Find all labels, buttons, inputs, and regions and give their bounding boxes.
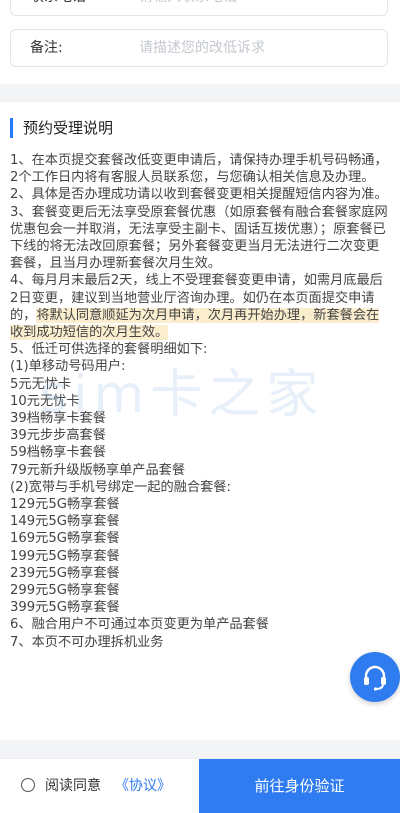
- notice-item-3: 3、套餐变更后无法享受原套餐优惠（如原套餐有融合套餐家庭网优惠包会一并取消，无法…: [10, 204, 388, 272]
- section-title: 预约受理说明: [10, 118, 113, 138]
- agree-label: 阅读同意: [45, 778, 101, 794]
- plan-item: 39元步步高套餐: [10, 428, 106, 444]
- plan-item: 39档畅享卡套餐: [10, 411, 106, 427]
- plan-item: 169元5G畅享套餐: [10, 531, 120, 547]
- phone-placeholder: 请输入联系电话: [139, 0, 237, 15]
- notice-item-4: 4、每月月末最后2天，线上不受理套餐变更申请，如需月底最后2日变更，建议到当地营…: [10, 272, 390, 341]
- mobile-plans-header: (1)单移动号码用户:: [10, 359, 126, 375]
- plan-item: 299元5G畅享套餐: [10, 583, 120, 599]
- form-card: 联系电话 请输入联系电话 备注: 请描述您的改低诉求: [0, 0, 400, 84]
- notice-item-2: 2、具体是否办理成功请以收到套餐变更相关提醒短信内容为准。: [10, 187, 388, 203]
- remark-field[interactable]: 备注: 请描述您的改低诉求: [10, 29, 388, 67]
- notice-item-7: 7、本页不可办理拆机业务: [10, 634, 164, 650]
- remark-placeholder: 请描述您的改低诉求: [139, 40, 265, 56]
- remark-label: 备注:: [30, 40, 63, 56]
- plan-item: 239元5G畅享套餐: [10, 565, 120, 581]
- fusion-plans-header: (2)宽带与手机号绑定一起的融合套餐:: [10, 479, 231, 495]
- plan-item: 199元5G畅享套餐: [10, 548, 120, 564]
- notice-text: 1、在本页提交套餐改低变更申请后，请保持办理手机号码畅通，2个工作日内将有客服人…: [10, 152, 390, 651]
- agree-checkbox[interactable]: [21, 778, 35, 792]
- plan-item: 10元无忧卡: [10, 393, 80, 409]
- plan-item: 129元5G畅享套餐: [10, 497, 120, 513]
- agreement-link[interactable]: 《协议》: [115, 759, 171, 813]
- plan-item: 149元5G畅享套餐: [10, 514, 120, 530]
- phone-label: 联系电话: [30, 0, 86, 15]
- plan-item: 5元无忧卡: [10, 376, 72, 392]
- plan-item: 399元5G畅享套餐: [10, 600, 120, 616]
- notice-item-6: 6、融合用户不可通过本页变更为单产品套餐: [10, 617, 269, 633]
- fusion-plans-list: 129元5G畅享套餐 149元5G畅享套餐 169元5G畅享套餐 199元5G畅享套餐…: [10, 496, 390, 616]
- customer-service-button[interactable]: [350, 652, 400, 702]
- plan-item: 59档畅享卡套餐: [10, 445, 106, 461]
- mobile-plans-list: 5元无忧卡 10元无忧卡 39档畅享卡套餐 39元步步高套餐 59档畅享卡套餐 79元新升…: [10, 376, 390, 479]
- notice-card: 预约受理说明 1、在本页提交套餐改低变更申请后，请保持办理手机号码畅通，2个工作…: [0, 102, 400, 740]
- headset-icon: [364, 665, 386, 691]
- plan-item: 79元新升级版畅享单产品套餐: [10, 462, 186, 478]
- notice-item-5: 5、低迁可供选择的套餐明细如下:: [10, 342, 208, 358]
- verify-identity-button[interactable]: 前往身份验证: [199, 759, 400, 813]
- notice-item-1: 1、在本页提交套餐改低变更申请后，请保持办理手机号码畅通，2个工作日内将有客服人…: [10, 153, 388, 186]
- notice-item-4-highlight: 将默认同意顺延为次月申请，次月再开始办理，新套餐会在收到成功短信的次月生效。: [10, 307, 380, 341]
- bottom-bar: 阅读同意 《协议》 前往身份验证: [0, 758, 400, 813]
- phone-field[interactable]: 联系电话 请输入联系电话: [10, 0, 388, 16]
